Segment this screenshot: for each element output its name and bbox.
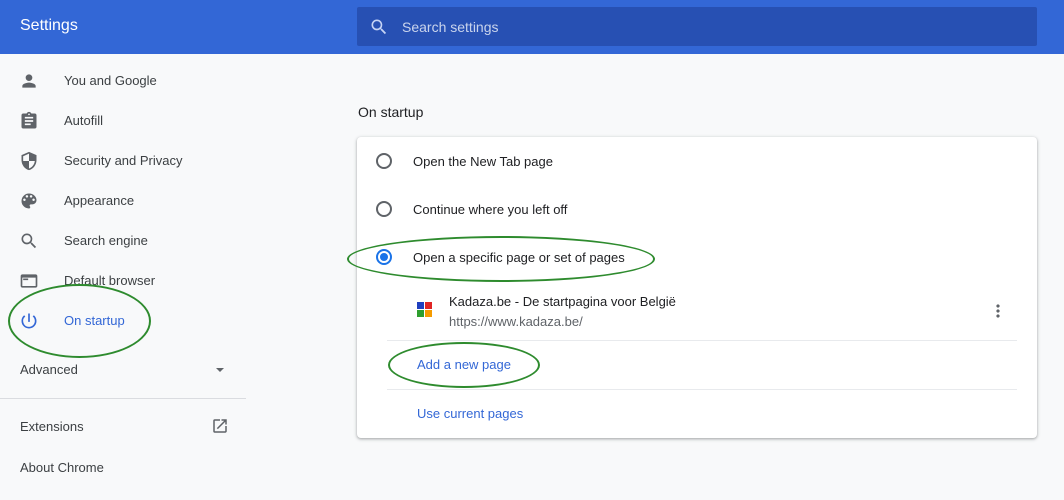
extensions-link[interactable]: Extensions [0,410,246,442]
sidebar-item-search-engine[interactable]: Search engine [0,221,246,261]
section-title: On startup [358,104,424,120]
option-continue-where-left-off[interactable]: Continue where you left off [357,185,1037,233]
person-icon [22,74,36,88]
sidebar: You and Google Autofill Security and Pri… [0,54,246,500]
use-current-pages-link[interactable]: Use current pages [417,406,523,421]
palette-icon [21,193,37,209]
search-icon [21,233,37,249]
sidebar-item-label: Security and Privacy [64,153,183,168]
sidebar-divider [0,398,246,399]
advanced-label: Advanced [20,362,78,377]
sidebar-item-default-browser[interactable]: Default browser [0,261,246,301]
extensions-label: Extensions [20,419,84,434]
radio-button[interactable] [376,201,392,217]
startup-page-entry: Kadaza.be - De startpagina voor België h… [414,292,1016,340]
page-url: https://www.kadaza.be/ [449,314,583,329]
option-label: Open the New Tab page [413,154,553,169]
more-vert-icon[interactable] [988,301,1008,321]
option-label: Open a specific page or set of pages [413,250,625,265]
search-input[interactable] [402,7,1022,46]
caret-down-icon [216,368,224,372]
option-new-tab-page[interactable]: Open the New Tab page [357,137,1037,185]
app-title: Settings [20,17,78,34]
sidebar-item-security-and-privacy[interactable]: Security and Privacy [0,141,246,181]
browser-window-icon [20,274,38,288]
option-specific-pages[interactable]: Open a specific page or set of pages [357,233,1037,281]
search-icon [371,19,387,35]
startup-options-card: Open the New Tab page Continue where you… [357,137,1037,438]
sidebar-item-appearance[interactable]: Appearance [0,181,246,221]
divider [387,389,1017,390]
about-chrome-link[interactable]: About Chrome [0,452,246,484]
about-chrome-label: About Chrome [20,460,104,475]
divider [387,340,1017,341]
sidebar-item-label: Appearance [64,193,135,208]
advanced-section-toggle[interactable]: Advanced [0,352,246,388]
kadaza-favicon-icon [417,302,433,318]
sidebar-item-autofill[interactable]: Autofill [0,101,246,141]
sidebar-item-label: You and Google [64,73,157,88]
option-label: Continue where you left off [413,202,568,217]
open-in-new-icon [213,419,227,433]
top-bar: Settings [0,0,1064,54]
sidebar-item-label: Autofill [64,113,104,128]
sidebar-item-label: On startup [64,313,125,328]
sidebar-item-label: Search engine [64,233,148,248]
clipboard-icon [21,111,37,129]
search-box[interactable] [357,7,1037,46]
sidebar-item-on-startup[interactable]: On startup [0,301,246,341]
radio-button-selected[interactable] [376,249,392,265]
sidebar-item-label: Default browser [64,273,156,288]
add-new-page-link[interactable]: Add a new page [417,357,511,372]
sidebar-item-you-and-google[interactable]: You and Google [0,61,246,101]
power-icon [21,313,37,329]
page-title: Kadaza.be - De startpagina voor België [449,294,676,309]
shield-icon [21,151,37,171]
radio-button[interactable] [376,153,392,169]
